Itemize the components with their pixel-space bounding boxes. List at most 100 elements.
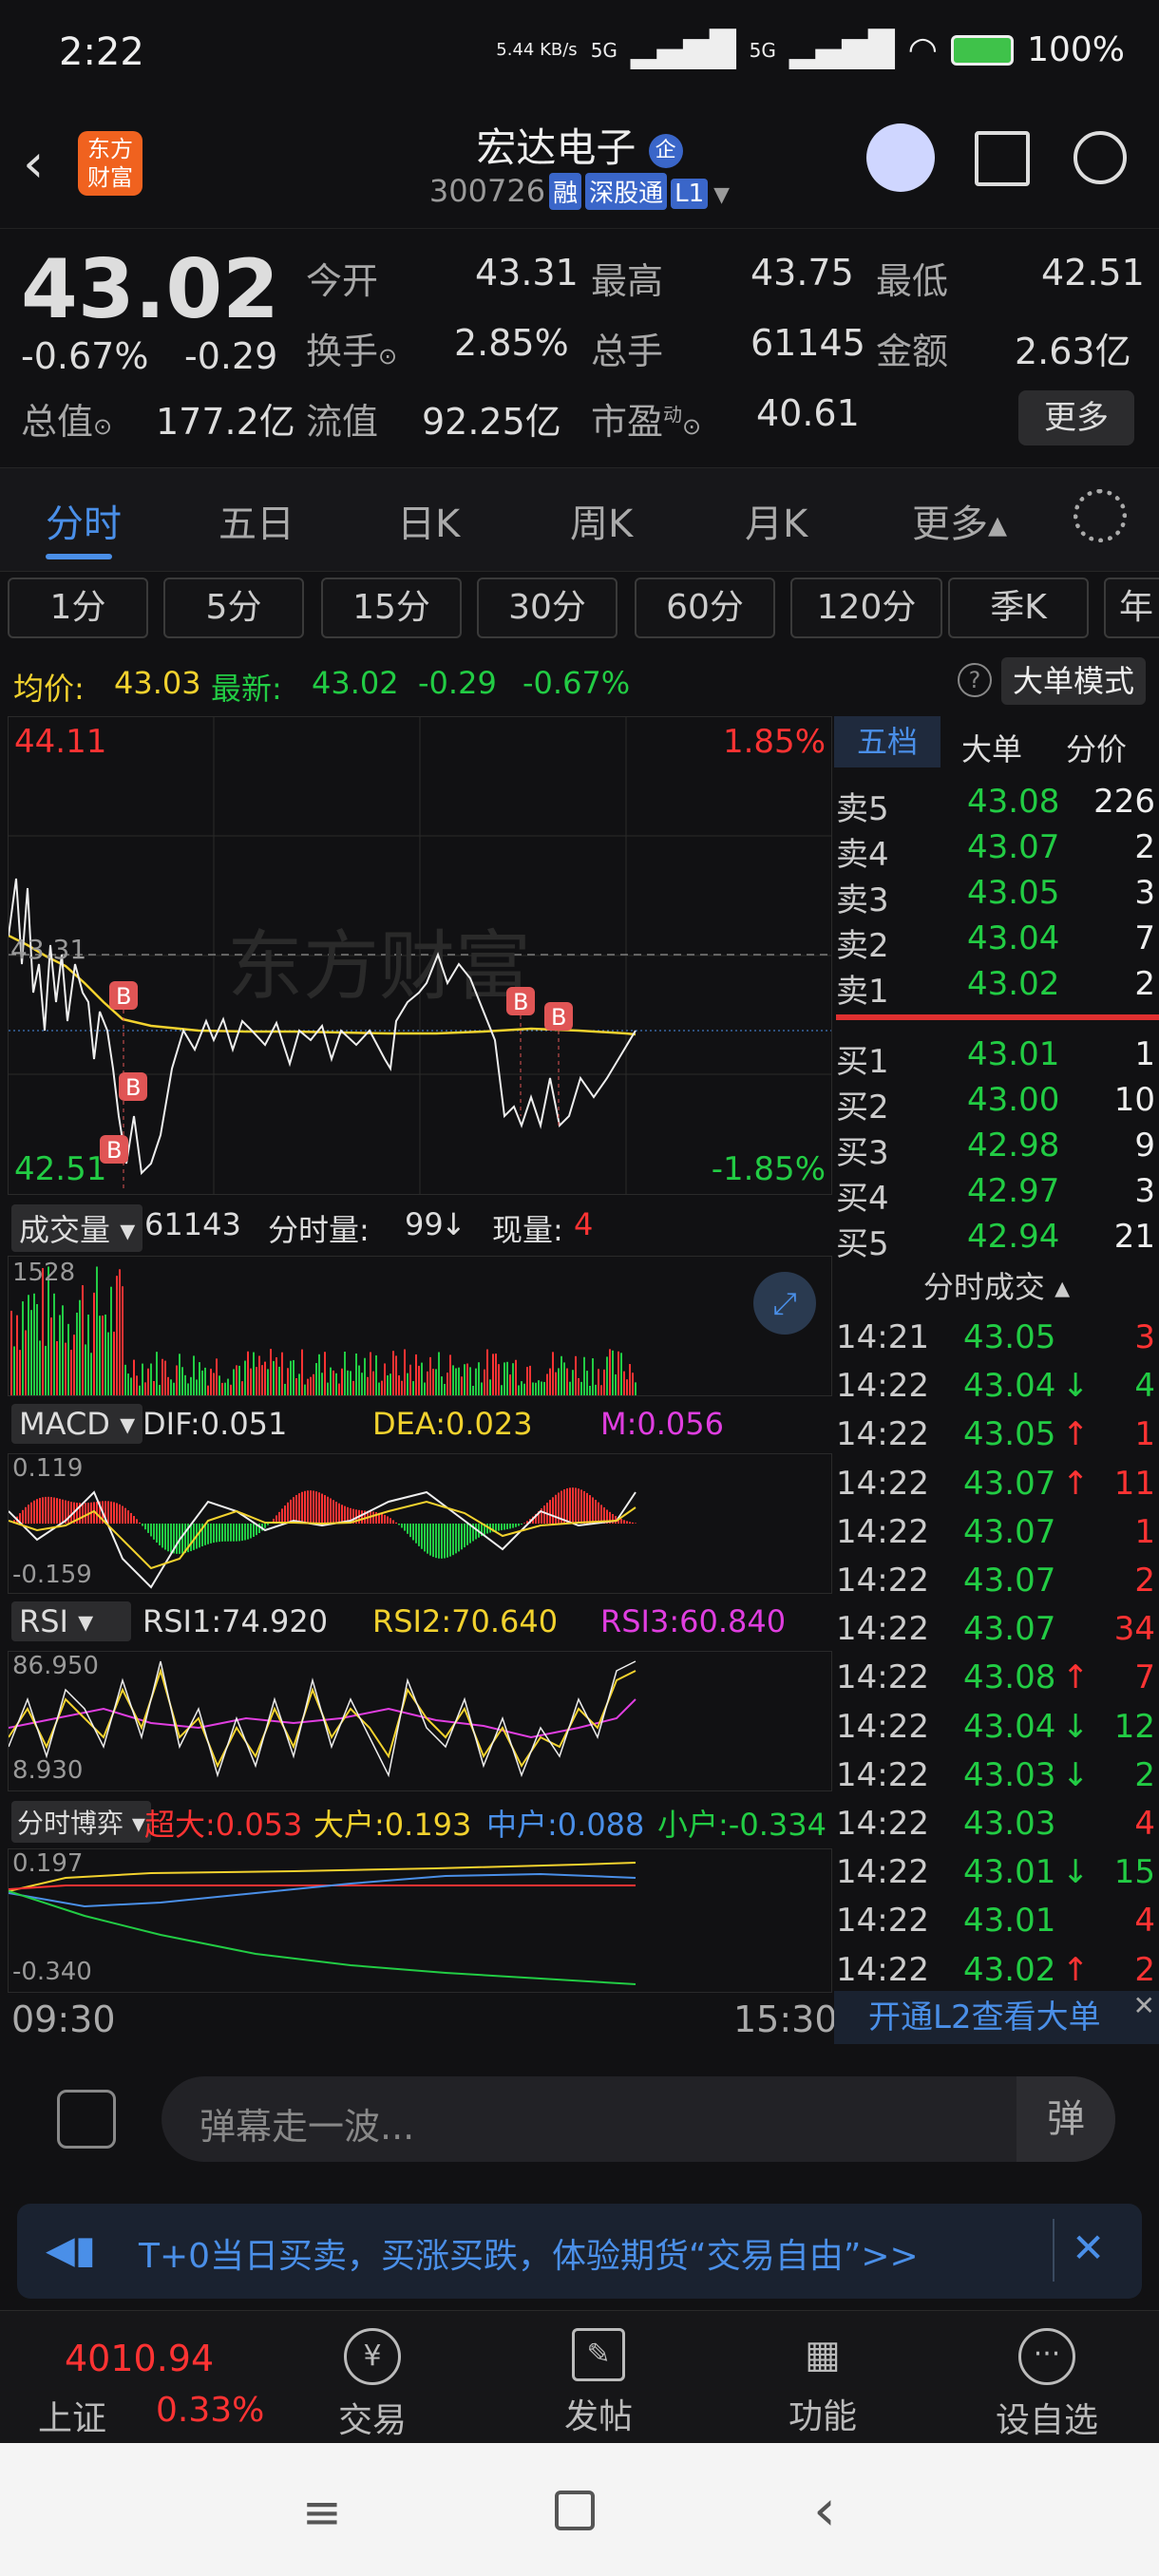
macd-bar [392, 1520, 394, 1524]
search-icon[interactable] [1074, 131, 1127, 184]
tab-5day[interactable]: 五日 [218, 493, 294, 548]
robot-assistant-icon[interactable] [866, 123, 935, 192]
ask-row[interactable]: 卖3 43.05 3 [834, 870, 1159, 919]
nav-post[interactable]: ✎ 发帖 [522, 2328, 674, 2438]
bid-row[interactable]: 买3 42.98 9 [834, 1123, 1159, 1172]
danmu-input[interactable]: 弹幕走一波... 弹 [162, 2076, 1115, 2162]
tab-five-level[interactable]: 五档 [834, 716, 940, 767]
volume-bar [113, 1331, 115, 1395]
banner-close-icon[interactable]: ✕ [1072, 2225, 1105, 2271]
tab-intraday[interactable]: 分时 [46, 493, 122, 548]
period-5m[interactable]: 5分 [163, 578, 304, 638]
home-icon[interactable] [555, 2491, 595, 2530]
trade-time: 14:22 [836, 1464, 929, 1503]
period-15m[interactable]: 15分 [321, 578, 462, 638]
rsi-selector[interactable]: RSI ▾ [11, 1601, 131, 1641]
back-nav-icon[interactable]: ‹ [813, 2477, 836, 2544]
macd-bar [62, 1499, 64, 1524]
tab-weekly-k[interactable]: 周K [570, 493, 633, 548]
volume-bar [307, 1378, 309, 1395]
bid-row[interactable]: 买4 42.97 3 [834, 1168, 1159, 1218]
ask-row[interactable]: 卖4 43.07 2 [834, 824, 1159, 874]
period-quarter-k[interactable]: 季K [948, 578, 1089, 638]
volume-bar [33, 1293, 35, 1395]
tab-monthly-k[interactable]: 月K [745, 493, 808, 548]
period-60m[interactable]: 60分 [635, 578, 775, 638]
ask-row[interactable]: 卖5 43.08 226 [834, 779, 1159, 828]
more-button[interactable]: 更多 [1018, 390, 1134, 445]
trade-time: 14:22 [836, 1805, 929, 1843]
macd-bar [401, 1524, 403, 1528]
trade-arrow-icon: ↓ [1062, 1707, 1090, 1746]
amount-value: 2.63亿 [1015, 331, 1131, 372]
menu-icon[interactable]: ≡ [302, 2485, 342, 2540]
share-icon[interactable] [975, 131, 1030, 186]
volume-bar [506, 1361, 508, 1395]
info-icon[interactable]: ⊙ [378, 343, 397, 369]
volume-bar [635, 1382, 636, 1395]
intraday-chart[interactable]: 东方财富 B B B B B 44.11 1.85% 43.31 42.51 -… [8, 716, 832, 1195]
nav-functions[interactable]: ▦ 功能 [747, 2328, 899, 2438]
volume-bar [56, 1340, 58, 1395]
macd-bar [361, 1510, 363, 1524]
tab-price-distribution[interactable]: 分价 [1066, 726, 1127, 769]
period-year-k[interactable]: 年 [1104, 578, 1159, 638]
period-120m[interactable]: 120分 [790, 578, 942, 638]
macd-bar [264, 1524, 266, 1528]
macd-chart[interactable]: 0.119 -0.159 [8, 1453, 832, 1594]
volume-bar [370, 1352, 371, 1395]
settings-icon[interactable] [1074, 489, 1127, 542]
big-order-mode-button[interactable]: 大单模式 [1001, 657, 1147, 705]
close-icon[interactable]: ✕ [1133, 1979, 1155, 2033]
bid-row[interactable]: 买2 43.00 10 [834, 1077, 1159, 1127]
volume-bar [390, 1373, 391, 1395]
tab-more[interactable]: 更多▴ [912, 493, 1007, 548]
help-icon[interactable]: ? [958, 663, 992, 697]
macd-bar [578, 1488, 580, 1524]
macd-bar [213, 1524, 215, 1544]
macd-bar [572, 1487, 574, 1524]
ask-row[interactable]: 卖1 43.02 2 [834, 961, 1159, 1011]
futures-banner[interactable]: ◀▮ T+0当日买卖，买涨买跌，体验期货“交易自由”>> ✕ [17, 2204, 1142, 2299]
volume-bar [85, 1344, 86, 1395]
bid-row[interactable]: 买5 42.94 21 [834, 1214, 1159, 1263]
volume-chart[interactable]: 1528 ⤢ [8, 1256, 832, 1396]
macd-selector[interactable]: MACD ▾ [11, 1404, 143, 1444]
volume-bar [267, 1369, 269, 1395]
macd-bar [82, 1503, 84, 1524]
period-1m[interactable]: 1分 [8, 578, 148, 638]
tab-big-order[interactable]: 大单 [961, 726, 1022, 769]
expand-icon[interactable]: ⤢ [753, 1272, 816, 1335]
danmu-settings-icon[interactable] [57, 2090, 116, 2149]
time-start: 09:30 [11, 1998, 116, 2040]
volume-bar [543, 1381, 545, 1395]
trades-title[interactable]: 分时成交 ▴ [834, 1263, 1159, 1311]
macd-bar [218, 1524, 220, 1543]
l2-promo[interactable]: 开通L2查看大单 ✕ [834, 1990, 1159, 2044]
volume-selector[interactable]: 成交量 ▾ [11, 1204, 143, 1252]
trade-row: 14:22 43.04 ↓ 4 [834, 1361, 1159, 1410]
rsi-chart[interactable]: 86.950 8.930 [8, 1651, 832, 1791]
open-label: 今开 [306, 260, 379, 302]
info-icon[interactable]: ⊙ [682, 413, 701, 440]
danmu-toggle-button[interactable]: 弹 [1016, 2076, 1115, 2162]
tab-daily-k[interactable]: 日K [397, 493, 460, 548]
macd-bar [461, 1524, 463, 1550]
volume-bar [600, 1385, 602, 1395]
nav-trade[interactable]: ¥ 交易 [296, 2328, 448, 2442]
macd-bar [301, 1491, 303, 1524]
info-icon[interactable]: ⊙ [93, 413, 112, 440]
bid-row[interactable]: 买1 43.01 1 [834, 1032, 1159, 1081]
period-30m[interactable]: 30分 [477, 578, 618, 638]
fsbo-chart[interactable]: 0.197 -0.340 [8, 1848, 832, 1993]
ask-row[interactable]: 卖2 43.04 7 [834, 916, 1159, 965]
trade-time: 14:21 [836, 1318, 929, 1356]
fsbo-selector[interactable]: 分时博弈 ▾ [11, 1801, 151, 1843]
period-selector: 1分 5分 15分 30分 60分 120分 季K 年 [0, 570, 1159, 646]
macd-bar [216, 1524, 218, 1543]
macd-bar [53, 1497, 55, 1524]
volume-bar [618, 1351, 619, 1395]
index-ticker[interactable]: 4010.94 上证 0.33% [0, 2311, 266, 2444]
nav-add-watchlist[interactable]: ··· 设自选 [971, 2328, 1123, 2442]
macd-bar [124, 1507, 126, 1524]
